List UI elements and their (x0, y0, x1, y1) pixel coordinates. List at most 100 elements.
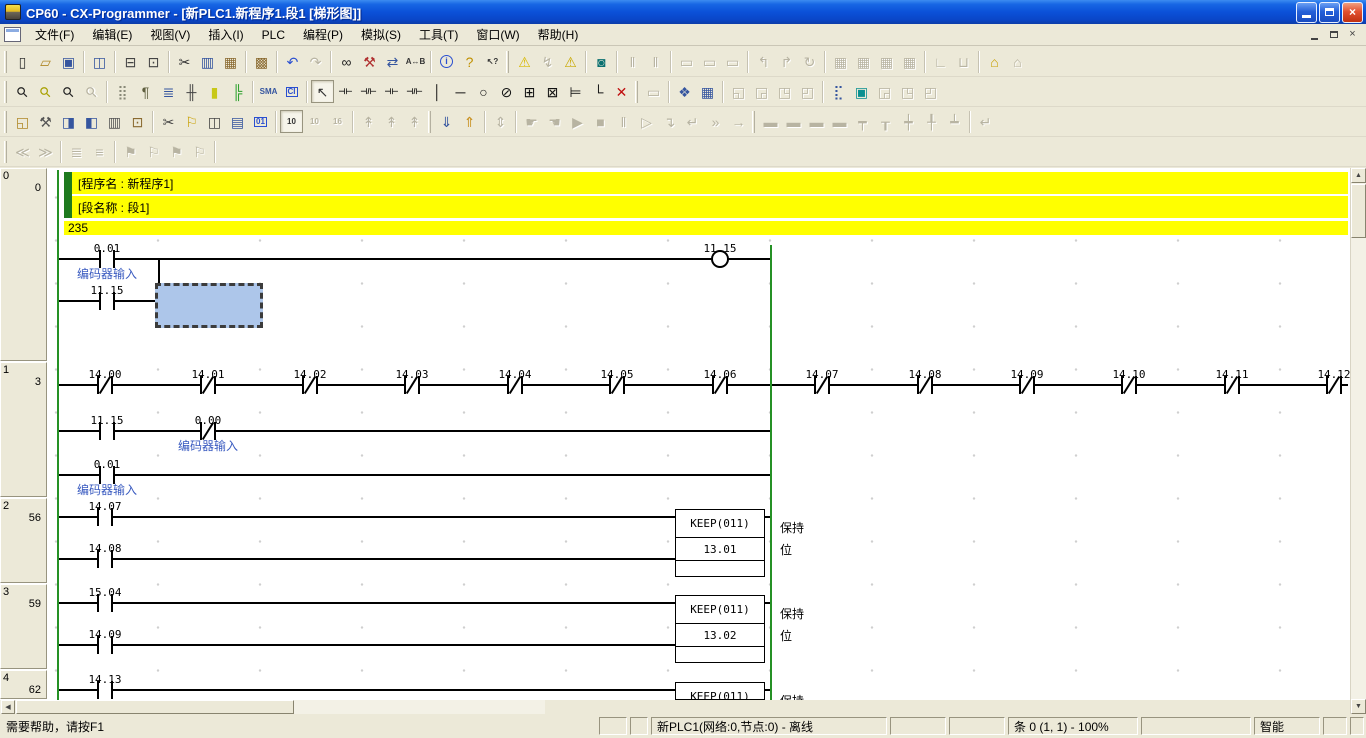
coil-address[interactable]: 11.15 (670, 242, 770, 255)
horizontal-scrollbar[interactable]: ◀ (0, 700, 545, 714)
contact-0.01[interactable]: 0.01 (57, 458, 157, 471)
contact-14.08[interactable]: 14.08 (55, 542, 155, 555)
contact-14.08[interactable]: 14.08 (875, 368, 975, 381)
new-instruction-icon[interactable]: ⊞ (518, 80, 541, 103)
toolbox-icon[interactable]: ⚒ (34, 110, 57, 133)
ci-view-icon[interactable]: CI (280, 80, 303, 103)
grid-toggle-icon[interactable]: ⣿ (111, 80, 134, 103)
context-help-icon[interactable]: ↖? (481, 50, 504, 73)
new-file-icon[interactable]: ▯ (11, 50, 34, 73)
section-cut-icon[interactable]: ✂ (157, 110, 180, 133)
show-all-levels-icon[interactable]: ❖ (673, 80, 696, 103)
menu-item-6[interactable]: 编程(P) (294, 24, 352, 45)
contact-14.01[interactable]: 14.01 (158, 368, 258, 381)
watch-window-icon[interactable]: ▦ (696, 80, 719, 103)
mdi-close-button[interactable]: × (1344, 27, 1361, 42)
contact-15.04[interactable]: 15.04 (55, 586, 155, 599)
rung-margin-block[interactable]: 00 (0, 168, 47, 361)
contact-14.04[interactable]: 14.04 (465, 368, 565, 381)
contact-11.15[interactable]: 11.15 (57, 414, 157, 427)
zoom-in-icon[interactable]: ⚲ (57, 80, 80, 103)
ladder-diagram-editor[interactable]: [程序名 : 新程序1] [段名称 : 段1] 235 001325635946… (0, 168, 1350, 700)
help-topics-icon[interactable]: ? (458, 50, 481, 73)
document-icon[interactable] (4, 27, 21, 42)
select-mode-icon[interactable]: ↖ (311, 80, 334, 103)
compile-check-icon[interactable]: ⚠ (513, 50, 536, 73)
upload-from-plc-icon[interactable]: ⇑ (458, 110, 481, 133)
undo-icon[interactable]: ↶ (281, 50, 304, 73)
highlight-block-icon[interactable]: ▮ (203, 80, 226, 103)
delete-mode-icon[interactable]: ✕ (610, 80, 633, 103)
new-differential-icon[interactable]: ⊨ (564, 80, 587, 103)
find-warning-icon[interactable]: ⚠ (559, 50, 582, 73)
monitor-size-icon[interactable]: ╫ (180, 80, 203, 103)
restore-button[interactable] (1319, 2, 1340, 23)
new-horizontal-line-icon[interactable]: ─ (449, 80, 472, 103)
copy-icon[interactable]: ▥ (196, 50, 219, 73)
new-instruction-set-icon[interactable]: ⊠ (541, 80, 564, 103)
contact-0.01[interactable]: 0.01 (57, 242, 157, 255)
open-project-icon[interactable]: ▱ (34, 50, 57, 73)
menu-item-3[interactable]: 视图(V) (141, 24, 199, 45)
print-preview-icon[interactable]: ⊡ (142, 50, 165, 73)
mdi-restore-button[interactable] (1325, 27, 1342, 42)
selection-cursor[interactable] (155, 283, 263, 328)
cut-icon[interactable]: ✂ (173, 50, 196, 73)
properties-icon[interactable]: ⊡ (126, 110, 149, 133)
mnemonic-view-icon[interactable]: SMA (257, 80, 280, 103)
find-icon[interactable]: ∞ (335, 50, 358, 73)
keep-instruction-block[interactable]: KEEP(011)13.01 (675, 509, 765, 577)
contact-14.10[interactable]: 14.10 (1079, 368, 1179, 381)
io-comment-view-icon[interactable]: ▣ (850, 80, 873, 103)
new-vertical-line-icon[interactable]: │ (426, 80, 449, 103)
local-symbol-icon[interactable]: ▥ (103, 110, 126, 133)
protection-set-icon[interactable]: ⌂ (983, 50, 1006, 73)
info-icon[interactable]: i (435, 50, 458, 73)
menu-item-1[interactable]: 文件(F) (26, 24, 83, 45)
new-contact-icon[interactable]: ⊣⊢ (334, 80, 357, 103)
menu-item-2[interactable]: 编辑(E) (83, 24, 141, 45)
menu-item-5[interactable]: PLC (253, 26, 294, 44)
save-project-icon[interactable]: ▣ (57, 50, 80, 73)
rung-annotation-icon[interactable]: ≣ (157, 80, 180, 103)
rung-margin-block[interactable]: 359 (0, 584, 47, 669)
new-coil-icon[interactable]: ○ (472, 80, 495, 103)
contact-14.12[interactable]: 14.12 (1284, 368, 1350, 381)
menu-item-9[interactable]: 窗口(W) (467, 24, 528, 45)
menu-item-8[interactable]: 工具(T) (410, 24, 467, 45)
contact-14.02[interactable]: 14.02 (260, 368, 360, 381)
replace-icon[interactable]: ⚒ (358, 50, 381, 73)
mdi-minimize-button[interactable] (1306, 27, 1323, 42)
scroll-left-button[interactable]: ◀ (1, 700, 15, 714)
zoom-fit-icon[interactable]: ⚲ (11, 80, 34, 103)
decimal-display-icon[interactable]: 10 (280, 110, 303, 133)
section-header-banner[interactable]: [程序名 : 新程序1] [段名称 : 段1] 235 (64, 172, 1348, 237)
rung-margin-block[interactable]: 256 (0, 498, 47, 583)
search-symbol-icon[interactable]: ⇄ (381, 50, 404, 73)
binary-monitor-icon[interactable]: 01 (249, 110, 272, 133)
new-closed-contact-icon[interactable]: ⊣/⊢ (357, 80, 380, 103)
cross-reference-icon[interactable]: ◧ (80, 110, 103, 133)
watch-sheet-icon[interactable]: ◨ (57, 110, 80, 133)
contact-0.00[interactable]: 0.00 (158, 414, 258, 427)
print-setup-icon[interactable]: ◫ (88, 50, 111, 73)
contact-14.06[interactable]: 14.06 (670, 368, 770, 381)
contact-14.05[interactable]: 14.05 (567, 368, 667, 381)
substitute-address-icon[interactable]: A↔B (404, 50, 427, 73)
contact-14.07[interactable]: 14.07 (55, 500, 155, 513)
program-tree-icon[interactable]: ╠ (226, 80, 249, 103)
workspace-window-icon[interactable]: ◱ (11, 110, 34, 133)
contact-14.09[interactable]: 14.09 (977, 368, 1077, 381)
comment-display-icon[interactable]: ¶ (134, 80, 157, 103)
vertical-scroll-thumb[interactable] (1351, 184, 1366, 238)
output-window-icon[interactable]: ▤ (226, 110, 249, 133)
ladder-view-icon[interactable]: ◫ (203, 110, 226, 133)
rung-margin-block[interactable]: 462 (0, 670, 47, 699)
contact-14.00[interactable]: 14.00 (55, 368, 155, 381)
close-button[interactable]: × (1342, 2, 1363, 23)
download-to-plc-icon[interactable]: ⇓ (435, 110, 458, 133)
minimize-button[interactable] (1296, 2, 1317, 23)
menu-item-10[interactable]: 帮助(H) (529, 24, 588, 45)
contact-14.09[interactable]: 14.09 (55, 628, 155, 641)
rung-margin-block[interactable]: 13 (0, 362, 47, 497)
